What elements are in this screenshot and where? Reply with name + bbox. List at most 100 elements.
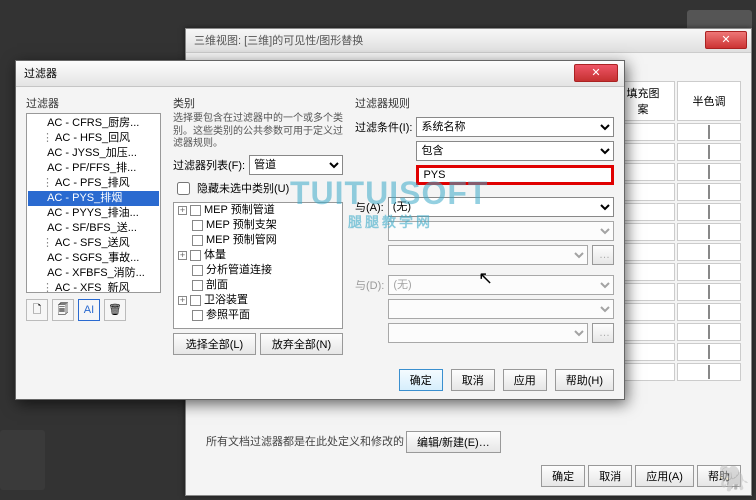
category-checkbox[interactable]: [192, 235, 203, 246]
category-checkbox[interactable]: [192, 280, 203, 291]
category-checkbox[interactable]: [190, 295, 201, 306]
category-checkbox[interactable]: [192, 310, 203, 321]
halftone-checkbox[interactable]: [708, 245, 710, 259]
new-filter-button[interactable]: 🗋: [26, 299, 48, 321]
category-list[interactable]: + MEP 预制管道MEP 预制支架MEP 预制管网 + 体量分析管道连接剖面 + 卫浴装…: [173, 202, 343, 330]
category-checkbox[interactable]: [190, 250, 201, 261]
filter-tree-item[interactable]: ⋮AC - SFS_送风: [28, 236, 159, 251]
category-item[interactable]: + MEP 预制管道: [176, 203, 342, 218]
filter-tree-item[interactable]: AC - CFRS_厨房...: [28, 116, 159, 131]
category-label: MEP 预制管网: [206, 233, 277, 248]
category-checkbox[interactable]: [192, 265, 203, 276]
delete-filter-button[interactable]: 🗑: [104, 299, 126, 321]
category-item[interactable]: MEP 预制支架: [176, 218, 342, 233]
categories-label: 类别: [173, 95, 343, 111]
filter-tree-item[interactable]: AC - PYYS_排油...: [28, 206, 159, 221]
filter-tree-item[interactable]: AC - PYS_排烟: [28, 191, 159, 206]
bg-close-button[interactable]: ✕: [705, 31, 747, 49]
help-button[interactable]: 帮助(H): [555, 369, 614, 391]
category-item[interactable]: + 体量: [176, 248, 342, 263]
category-item[interactable]: MEP 预制管网: [176, 233, 342, 248]
watermark-logo-icon: 🐘: [718, 463, 750, 494]
and-op-combo: [388, 221, 614, 241]
category-label: MEP 预制管道: [204, 203, 275, 218]
filter-tree-item[interactable]: AC - SF/BFS_送...: [28, 221, 159, 236]
hide-unchecked-label: 隐藏未选中类别(U): [197, 180, 289, 196]
halftone-checkbox[interactable]: [708, 185, 710, 199]
filter-tree-item[interactable]: AC - JYSS_加压...: [28, 146, 159, 161]
apply-button[interactable]: 应用: [503, 369, 547, 391]
rename-filter-button[interactable]: AI: [78, 299, 100, 321]
rule-value-input[interactable]: [416, 165, 614, 185]
filters-dialog: 过滤器 ✕ 过滤器 AC - CFRS_厨房...⋮AC - HFS_回风 AC…: [15, 60, 625, 400]
hide-unchecked-row[interactable]: 隐藏未选中类别(U): [173, 179, 343, 198]
category-item[interactable]: 参照平面: [176, 308, 342, 323]
cancel-button[interactable]: 取消: [451, 369, 495, 391]
ok-button[interactable]: 确定: [399, 369, 443, 391]
bg-note: 所有文档过滤器都是在此处定义和修改的: [206, 433, 404, 449]
halftone-checkbox[interactable]: [708, 265, 710, 279]
filter-tree-item[interactable]: AC - XFBFS_消防...: [28, 266, 159, 281]
and-label: 与(A):: [355, 199, 384, 215]
dlg-titlebar[interactable]: 过滤器 ✕: [16, 61, 624, 87]
and2-combo: (无): [388, 275, 614, 295]
filter-tree-item[interactable]: ⋮AC - HFS_回风: [28, 131, 159, 146]
filter-tree-item[interactable]: AC - SGFS_事故...: [28, 251, 159, 266]
halftone-checkbox[interactable]: [708, 165, 710, 179]
bg-apply-button[interactable]: 应用(A): [635, 465, 694, 487]
hide-unchecked-checkbox[interactable]: [177, 182, 190, 195]
bg-ok-button[interactable]: 确定: [541, 465, 585, 487]
and2-value-combo: [388, 323, 588, 343]
filter-tree-item[interactable]: AC - PF/FFS_排...: [28, 161, 159, 176]
and2-op-combo: [388, 299, 614, 319]
category-label: MEP 预制支架: [206, 218, 277, 233]
category-item[interactable]: + 卫浴装置: [176, 293, 342, 308]
filters-toolbar: 🗋 🗐 AI 🗑: [26, 299, 161, 321]
and2-label: 与(D):: [355, 277, 384, 293]
expander-icon[interactable]: +: [178, 206, 187, 215]
filter-tree-item[interactable]: ⋮AC - XFS_新风: [28, 281, 159, 293]
category-label: 分析管道连接: [206, 263, 272, 278]
filterlist-combo[interactable]: 管道: [249, 155, 343, 175]
filter-tree-item[interactable]: ⋮AC - PFS_排风: [28, 176, 159, 191]
halftone-checkbox[interactable]: [708, 345, 710, 359]
halftone-checkbox[interactable]: [708, 145, 710, 159]
and-value-combo: [388, 245, 588, 265]
category-label: 参照平面: [206, 308, 250, 323]
category-label: 体量: [204, 248, 226, 263]
expander-icon[interactable]: +: [178, 296, 187, 305]
category-item[interactable]: 分析管道连接: [176, 263, 342, 278]
edit-new-button[interactable]: 编辑/新建(E)…: [406, 431, 501, 453]
category-label: 剖面: [206, 278, 228, 293]
discard-all-button[interactable]: 放弃全部(N): [260, 333, 343, 355]
category-label: 卫浴装置: [204, 293, 248, 308]
halftone-checkbox[interactable]: [708, 285, 710, 299]
halftone-checkbox[interactable]: [708, 325, 710, 339]
filters-label: 过滤器: [26, 95, 161, 111]
rule-field-combo[interactable]: 系统名称: [416, 117, 614, 137]
halftone-checkbox[interactable]: [708, 365, 710, 379]
dlg-close-button[interactable]: ✕: [574, 64, 618, 82]
and-combo[interactable]: (无): [388, 197, 614, 217]
category-item[interactable]: 剖面: [176, 278, 342, 293]
halftone-checkbox[interactable]: [708, 225, 710, 239]
halftone-checkbox[interactable]: [708, 125, 710, 139]
categories-desc: 选择要包含在过滤器中的一个或多个类别。这些类别的公共参数可用于定义过滤器规则。: [173, 113, 343, 151]
rule-field-label: 过滤条件(I):: [355, 119, 412, 135]
filters-tree[interactable]: AC - CFRS_厨房...⋮AC - HFS_回风 AC - JYSS_加压…: [26, 113, 161, 293]
halftone-checkbox[interactable]: [708, 305, 710, 319]
dup-filter-button[interactable]: 🗐: [52, 299, 74, 321]
category-checkbox[interactable]: [190, 205, 201, 216]
rules-label: 过滤器规则: [355, 95, 614, 111]
select-all-button[interactable]: 选择全部(L): [173, 333, 256, 355]
browse2-button: …: [592, 323, 614, 343]
dlg-title: 过滤器: [24, 68, 57, 80]
halftone-checkbox[interactable]: [708, 205, 710, 219]
expander-icon[interactable]: +: [178, 251, 187, 260]
category-checkbox[interactable]: [192, 220, 203, 231]
rule-operator-combo[interactable]: 包含: [416, 141, 614, 161]
bg-title: 三维视图: [三维]的可见性/图形替换: [194, 35, 363, 47]
bg-cancel-button[interactable]: 取消: [588, 465, 632, 487]
filterlist-label: 过滤器列表(F):: [173, 157, 245, 173]
col-halftone: 半色调: [677, 81, 741, 121]
